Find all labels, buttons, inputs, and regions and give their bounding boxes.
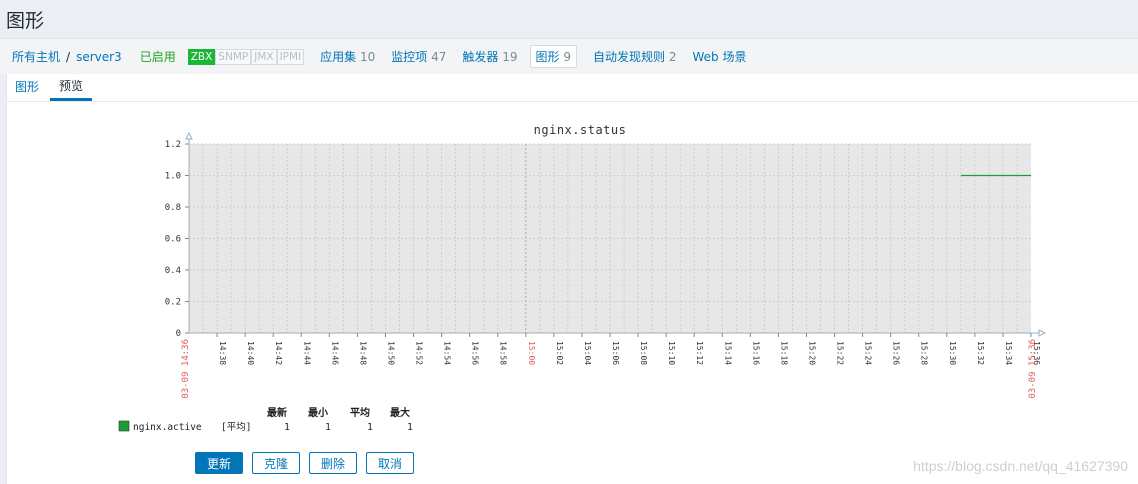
nav-discovery-count: 2 [668,50,677,64]
nav-items-label[interactable]: 监控项 [391,50,427,64]
nav-graphs-label[interactable]: 图形 [536,50,560,64]
x-tick-label: 14:48 [358,341,367,365]
legend-function: [平均] [221,421,251,433]
host-status[interactable]: 已启用 [140,48,176,65]
y-tick-label: 1.2 [165,140,181,150]
jmx-badge: JMX [251,48,277,65]
nav-triggers[interactable]: 触发器 19 [462,48,517,65]
x-tick-label: 14:56 [471,341,480,365]
y-tick-label: 0 [176,329,181,339]
nav-discovery-label[interactable]: 自动发现规则 [593,50,665,64]
y-tick-label: 0.8 [165,203,181,213]
nav-web[interactable]: Web 场景 [693,48,747,65]
x-tick-label: 15:24 [864,341,873,365]
legend-value: 1 [367,422,373,433]
x-tick-label: 15:14 [723,341,732,365]
x-tick-label: 14:38 [218,341,227,365]
legend-value: 1 [325,422,331,433]
x-axis-arrow [1038,329,1047,337]
delete-button[interactable]: 删除 [309,452,358,474]
x-tick-label: 15:22 [836,341,845,365]
x-tick-label: 14:42 [274,341,283,365]
x-start-label: 03-09 14:36 [181,339,191,399]
nav-triggers-count: 19 [502,50,518,64]
x-tick-label: 15:32 [976,341,985,365]
cancel-button[interactable]: 取消 [366,452,415,474]
legend-header: 最新 [267,406,287,419]
legend-value: 1 [407,422,413,433]
watermark: https://blog.csdn.net/qq_41627390 [913,458,1128,474]
y-tick-label: 1.0 [165,172,181,182]
x-tick-label: 15:10 [667,341,676,365]
y-tick-label: 0.2 [165,298,181,308]
clone-button[interactable]: 克隆 [252,452,301,474]
x-tick-label: 15:34 [1004,341,1013,365]
y-tick-label: 0.6 [165,235,181,245]
nav-graphs[interactable]: 图形 9 [529,45,578,68]
legend-swatch [118,420,130,432]
graph-preview: nginx.status 0 0.2 0.4 0.6 0.8 1.0 1.2 14:38 14:4… [118,123,1047,433]
nav-items[interactable]: 监控项 47 [391,48,446,65]
page-title: 图形 [6,10,45,32]
legend-value: 1 [284,422,290,433]
x-tick-label: 15:04 [583,341,592,365]
x-tick-label: 15:00 [527,341,536,365]
x-tick-label: 15:16 [751,341,760,365]
x-tick-label: 14:52 [415,341,424,365]
breadcrumb-host[interactable]: server3 [76,50,122,64]
x-tick-label: 14:50 [386,341,395,365]
availability-badges: ZBX SNMP JMX IPMI [187,48,305,65]
nav-applications[interactable]: 应用集 10 [320,48,375,65]
y-axis-arrow [185,131,193,140]
x-tick-label: 15:08 [639,341,648,365]
host-navigation: 所有主机 / server3 已启用 ZBX SNMP JMX IPMI 应用集… [0,38,1138,74]
y-tick-label: 0.4 [165,266,181,276]
nav-applications-count: 10 [360,50,376,64]
snmp-badge: SNMP [215,48,252,65]
x-tick-label: 15:30 [948,341,957,365]
x-tick-label: 15:06 [611,341,620,365]
x-tick-label: 15:26 [892,341,901,365]
nav-web-label[interactable]: Web 场景 [693,50,747,64]
x-end-label: 03-09 15:36 [1028,339,1038,399]
graph-title: nginx.status [534,123,627,137]
breadcrumb-separator: / [66,49,71,64]
x-tick-label: 14:40 [246,341,255,365]
legend-series-name: nginx.active [133,422,202,433]
x-tick-label: 15:18 [779,341,788,365]
form-buttons: 更新 克隆 删除 取消 [195,452,415,474]
x-tick-label: 14:44 [302,341,311,365]
nav-applications-label[interactable]: 应用集 [320,50,356,64]
nav-triggers-label[interactable]: 触发器 [462,50,498,64]
x-tick-label: 14:58 [499,341,508,365]
zbx-badge: ZBX [187,48,216,65]
ipmi-badge: IPMI [276,48,305,65]
nav-items-count: 47 [431,50,447,64]
x-tick-label: 15:12 [695,341,704,365]
update-button[interactable]: 更新 [195,452,244,474]
x-tick-label: 14:46 [330,341,339,365]
nav-graphs-count: 9 [563,50,572,64]
breadcrumb-all-hosts[interactable]: 所有主机 [12,48,60,65]
legend-header: 最大 [390,406,410,419]
x-tick-label: 14:54 [443,341,452,365]
x-tick-label: 15:20 [807,341,816,365]
x-tick-label: 15:28 [920,341,929,365]
legend-header: 平均 [350,406,370,419]
graph-form-panel: 图形 预览 nginx.status 0 0.2 0.4 0.6 0.8 1.0 1.2 14:… [6,74,1138,484]
legend-header: 最小 [308,406,328,419]
x-tick-label: 15:02 [555,341,564,365]
nav-discovery[interactable]: 自动发现规则 2 [593,48,676,65]
